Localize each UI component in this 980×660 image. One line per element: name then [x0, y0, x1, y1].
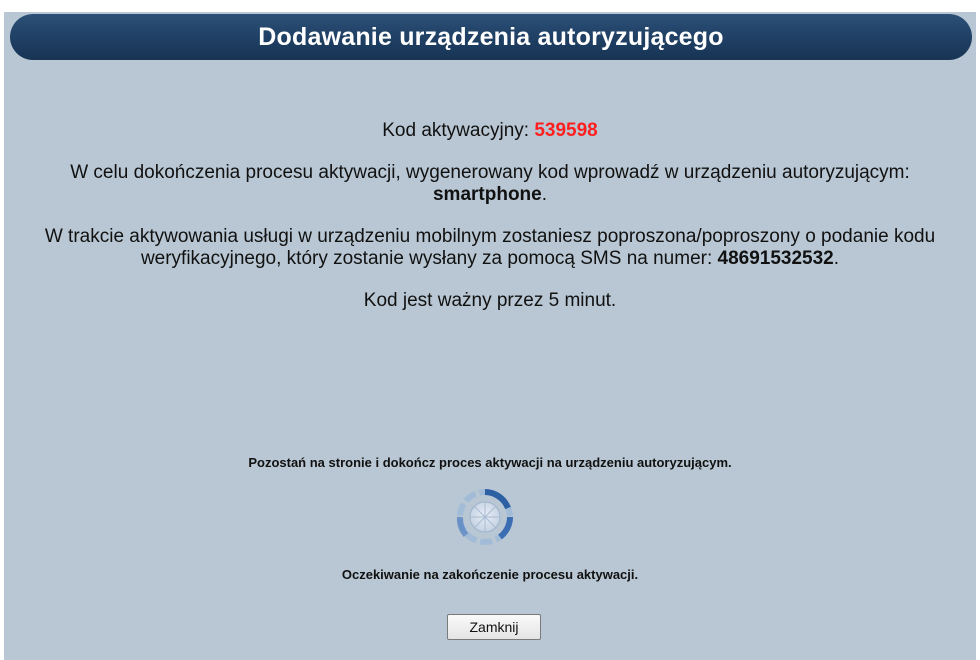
waiting-status-text: Oczekiwanie na zakończenie procesu aktyw…: [341, 567, 639, 582]
loading-spinner-icon: [456, 489, 513, 545]
device-name: smartphone: [432, 184, 542, 205]
page-title: Dodawanie urządzenia autoryzującego: [258, 22, 724, 51]
sms-paragraph: W trakcie aktywowania usługi w urządzeni…: [40, 226, 940, 270]
validity-text: Kod jest ważny przez 5 minut.: [363, 290, 617, 311]
instruction-text: W celu dokończenia procesu aktywacji, wy…: [70, 162, 910, 183]
stay-on-page-note: Pozostań na stronie i dokończ proces akt…: [248, 455, 732, 470]
header-bar: Dodawanie urządzenia autoryzującego: [10, 14, 972, 60]
activation-code-label: Kod aktywacyjny:: [382, 120, 535, 141]
phone-number: 48691532532: [717, 248, 834, 269]
instruction-end: .: [541, 184, 548, 205]
activation-code-line: Kod aktywacyjny: 539598: [40, 120, 940, 142]
close-button[interactable]: Zamknij: [447, 614, 541, 640]
activation-code-value: 539598: [534, 120, 598, 141]
sms-end: .: [833, 248, 840, 269]
content-area: Kod aktywacyjny: 539598 W celu dokończen…: [0, 108, 980, 312]
instruction-paragraph: W celu dokończenia procesu aktywacji, wy…: [40, 162, 940, 206]
